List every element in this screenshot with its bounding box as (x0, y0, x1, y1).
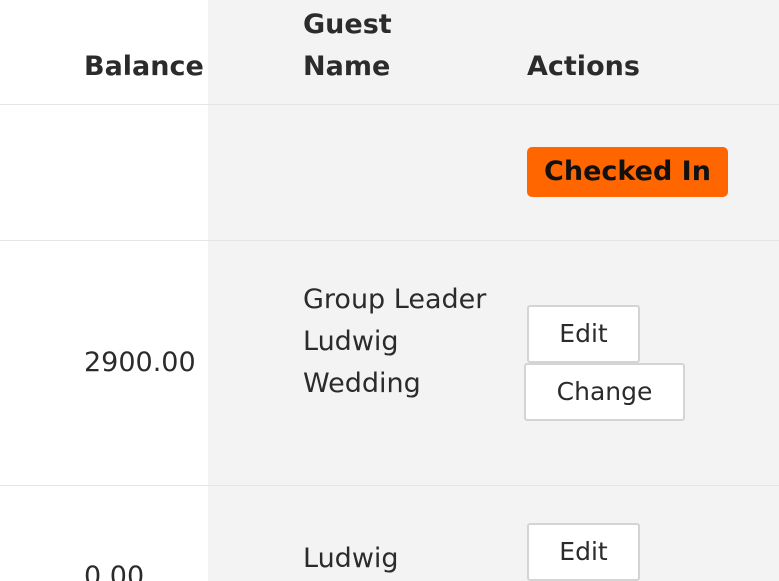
header-guest-name: Guest Name (303, 9, 392, 82)
edit-button[interactable]: Edit (527, 305, 640, 363)
reservations-table: Balance Guest Name Actions Checked In 29… (0, 0, 779, 581)
balance-value: 2900.00 (84, 347, 196, 378)
guest-name-value: Group Leader Ludwig Wedding (303, 284, 487, 399)
change-button[interactable]: Change (524, 363, 685, 421)
row-divider (0, 485, 779, 486)
header-balance: Balance (84, 51, 204, 82)
balance-value: 0.00 (84, 561, 145, 581)
guest-name-value: Ludwig (303, 543, 399, 574)
row-divider (0, 240, 779, 241)
edit-button[interactable]: Edit (527, 523, 640, 581)
checked-in-status-button[interactable]: Checked In (527, 147, 728, 197)
header-divider (0, 104, 779, 105)
header-actions: Actions (527, 51, 640, 82)
shaded-column-region (208, 0, 779, 581)
